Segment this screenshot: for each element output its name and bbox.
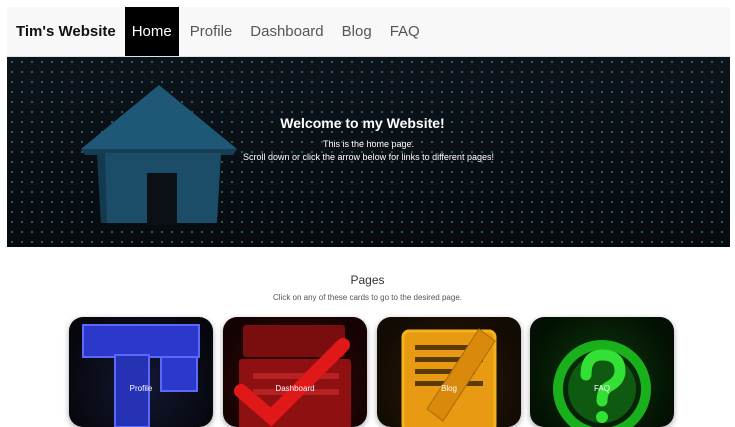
hero-text: Welcome to my Website! This is the home … [7,115,730,164]
card-faq[interactable]: FAQ [530,317,674,427]
card-profile[interactable]: Profile [69,317,213,427]
hero-line-2: Scroll down or click the arrow below for… [243,152,494,162]
card-dashboard-label: Dashboard [275,384,315,393]
brand-title[interactable]: Tim's Website [7,7,125,56]
card-profile-label: Profile [129,384,153,393]
card-dashboard[interactable]: Dashboard [223,317,367,427]
pages-subtitle: Click on any of these cards to go to the… [272,293,462,302]
pages-heading: Pages [350,273,385,287]
card-blog[interactable]: Blog [377,317,521,427]
checklist-icon [234,325,351,427]
nav-blog[interactable]: Blog [333,7,381,56]
profile-blocks-icon [82,324,200,427]
top-navbar: Tim's Website Home Profile Dashboard Blo… [7,7,730,57]
hero-banner: Welcome to my Website! This is the home … [7,57,730,247]
notepad-pencil-icon [401,328,497,427]
nav-dashboard[interactable]: Dashboard [241,7,332,56]
nav-home[interactable]: Home [124,7,179,56]
card-faq-label: FAQ [593,384,610,393]
question-mark-icon [553,340,651,427]
nav-faq[interactable]: FAQ [381,7,429,56]
card-blog-label: Blog [440,384,457,393]
nav-profile[interactable]: Profile [181,7,242,56]
hero-line-1: This is the home page. [322,139,415,149]
hero-title: Welcome to my Website! [280,115,445,131]
